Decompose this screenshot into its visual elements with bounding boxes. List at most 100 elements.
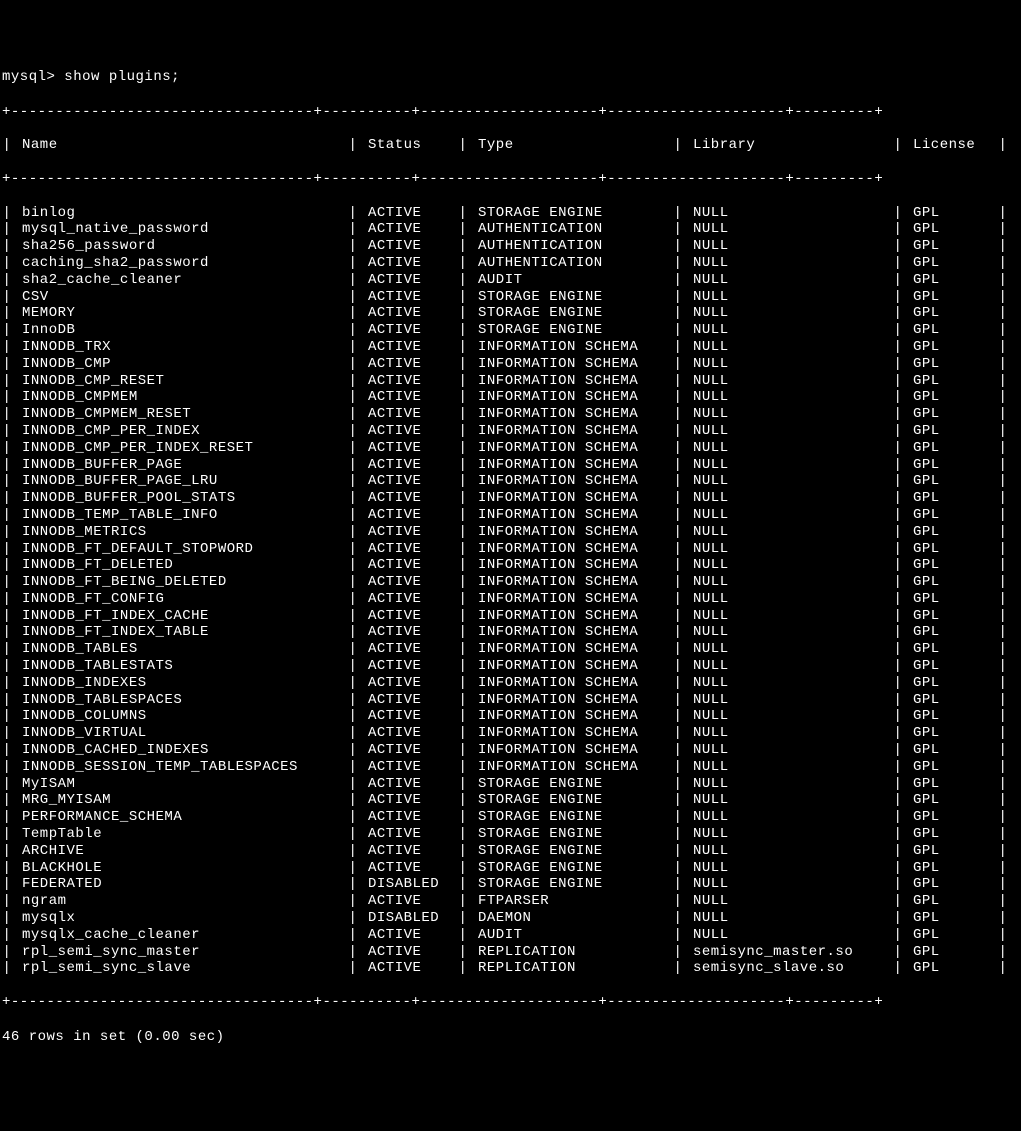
pipe: |: [673, 624, 683, 641]
pipe: |: [2, 944, 12, 961]
pipe: |: [998, 272, 1008, 289]
pipe: |: [2, 541, 12, 558]
table-row: | sha256_password| ACTIVE| AUTHENTICATIO…: [2, 238, 1019, 255]
table-row: | mysqlx_cache_cleaner| ACTIVE| AUDIT| N…: [2, 927, 1019, 944]
pipe: |: [673, 541, 683, 558]
pipe: |: [673, 960, 683, 977]
cell-name: INNODB_SESSION_TEMP_TABLESPACES: [22, 759, 348, 776]
table-row: | INNODB_TABLESTATS| ACTIVE| INFORMATION…: [2, 658, 1019, 675]
cell-status: ACTIVE: [368, 675, 458, 692]
cell-name: caching_sha2_password: [22, 255, 348, 272]
cell-library: semisync_slave.so: [693, 960, 893, 977]
cell-type: INFORMATION SCHEMA: [478, 356, 673, 373]
pipe: |: [998, 876, 1008, 893]
table-row: | caching_sha2_password| ACTIVE| AUTHENT…: [2, 255, 1019, 272]
cell-license: GPL: [913, 490, 998, 507]
cell-name: INNODB_TABLES: [22, 641, 348, 658]
cell-license: GPL: [913, 272, 998, 289]
cell-status: ACTIVE: [368, 507, 458, 524]
cell-library: NULL: [693, 591, 893, 608]
pipe: |: [348, 490, 358, 507]
table-row: | INNODB_FT_BEING_DELETED| ACTIVE| INFOR…: [2, 574, 1019, 591]
pipe: |: [893, 876, 903, 893]
cell-library: NULL: [693, 759, 893, 776]
pipe: |: [673, 507, 683, 524]
pipe: |: [998, 944, 1008, 961]
cell-license: GPL: [913, 860, 998, 877]
cell-license: GPL: [913, 457, 998, 474]
cell-type: STORAGE ENGINE: [478, 792, 673, 809]
cell-status: ACTIVE: [368, 776, 458, 793]
table-row: | INNODB_CACHED_INDEXES| ACTIVE| INFORMA…: [2, 742, 1019, 759]
pipe: |: [458, 541, 468, 558]
pipe: |: [348, 272, 358, 289]
pipe: |: [673, 457, 683, 474]
pipe: |: [893, 238, 903, 255]
table-row: | INNODB_BUFFER_POOL_STATS| ACTIVE| INFO…: [2, 490, 1019, 507]
cell-type: STORAGE ENGINE: [478, 809, 673, 826]
pipe: |: [673, 339, 683, 356]
pipe: |: [998, 389, 1008, 406]
cell-status: ACTIVE: [368, 541, 458, 558]
cell-status: ACTIVE: [368, 759, 458, 776]
cell-license: GPL: [913, 305, 998, 322]
pipe: |: [348, 541, 358, 558]
table-row: | mysqlx| DISABLED| DAEMON| NULL| GPL|: [2, 910, 1019, 927]
cell-status: ACTIVE: [368, 843, 458, 860]
pipe: |: [998, 255, 1008, 272]
cell-status: DISABLED: [368, 910, 458, 927]
cell-name: MRG_MYISAM: [22, 792, 348, 809]
pipe: |: [998, 725, 1008, 742]
cell-name: INNODB_VIRTUAL: [22, 725, 348, 742]
cell-library: NULL: [693, 440, 893, 457]
pipe: |: [893, 557, 903, 574]
table-row: | InnoDB| ACTIVE| STORAGE ENGINE| NULL| …: [2, 322, 1019, 339]
pipe: |: [348, 725, 358, 742]
cell-type: INFORMATION SCHEMA: [478, 440, 673, 457]
cell-license: GPL: [913, 776, 998, 793]
table-row: | INNODB_FT_DEFAULT_STOPWORD| ACTIVE| IN…: [2, 541, 1019, 558]
cell-library: NULL: [693, 893, 893, 910]
pipe: |: [998, 910, 1008, 927]
cell-type: INFORMATION SCHEMA: [478, 725, 673, 742]
cell-type: FTPARSER: [478, 893, 673, 910]
cell-type: INFORMATION SCHEMA: [478, 692, 673, 709]
pipe: |: [673, 893, 683, 910]
pipe: |: [458, 524, 468, 541]
pipe: |: [2, 960, 12, 977]
cell-type: STORAGE ENGINE: [478, 843, 673, 860]
cell-status: ACTIVE: [368, 944, 458, 961]
pipe: |: [458, 675, 468, 692]
table-row: | INNODB_FT_CONFIG| ACTIVE| INFORMATION …: [2, 591, 1019, 608]
pipe: |: [2, 238, 12, 255]
cell-name: MEMORY: [22, 305, 348, 322]
cell-license: GPL: [913, 675, 998, 692]
cell-license: GPL: [913, 574, 998, 591]
pipe: |: [893, 356, 903, 373]
sql-prompt[interactable]: mysql> show plugins;: [2, 69, 1019, 86]
table-row: | MEMORY| ACTIVE| STORAGE ENGINE| NULL| …: [2, 305, 1019, 322]
table-row: | INNODB_VIRTUAL| ACTIVE| INFORMATION SC…: [2, 725, 1019, 742]
cell-status: ACTIVE: [368, 708, 458, 725]
pipe: |: [458, 473, 468, 490]
cell-license: GPL: [913, 440, 998, 457]
cell-name: sha256_password: [22, 238, 348, 255]
cell-status: ACTIVE: [368, 524, 458, 541]
cell-library: NULL: [693, 406, 893, 423]
pipe: |: [998, 591, 1008, 608]
pipe: |: [2, 322, 12, 339]
cell-type: INFORMATION SCHEMA: [478, 658, 673, 675]
cell-name: INNODB_FT_DELETED: [22, 557, 348, 574]
cell-name: INNODB_CMPMEM: [22, 389, 348, 406]
cell-library: NULL: [693, 205, 893, 222]
pipe: |: [458, 608, 468, 625]
pipe: |: [673, 238, 683, 255]
pipe: |: [998, 893, 1008, 910]
cell-name: INNODB_FT_DEFAULT_STOPWORD: [22, 541, 348, 558]
cell-library: NULL: [693, 776, 893, 793]
cell-status: ACTIVE: [368, 272, 458, 289]
cell-library: NULL: [693, 910, 893, 927]
cell-status: ACTIVE: [368, 574, 458, 591]
cell-license: GPL: [913, 826, 998, 843]
header-name: Name: [22, 137, 348, 154]
